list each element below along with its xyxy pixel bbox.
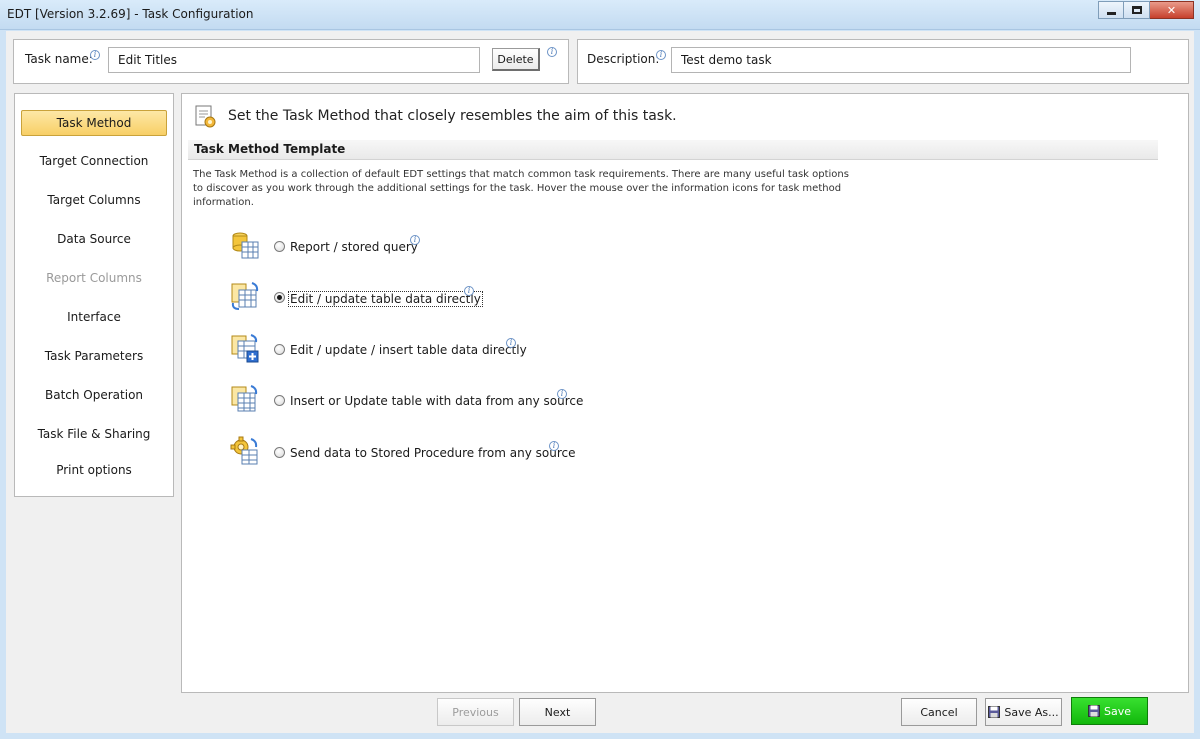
task-method-icon bbox=[195, 105, 216, 128]
sidebar-item-task-parameters[interactable]: Task Parameters bbox=[21, 343, 167, 369]
option-info-icon[interactable]: i bbox=[506, 338, 516, 348]
section-title: Task Method Template bbox=[194, 142, 346, 156]
description-info-icon[interactable]: i bbox=[656, 50, 666, 60]
option-info-icon[interactable]: i bbox=[464, 286, 474, 296]
delete-button-label: Delete bbox=[497, 52, 534, 66]
section-header: Task Method Template bbox=[188, 140, 1158, 160]
sidebar-item-print-options[interactable]: Print options bbox=[21, 457, 167, 483]
option-radio-edit-insert[interactable] bbox=[274, 344, 285, 355]
option-label-insert-update[interactable]: Insert or Update table with data from an… bbox=[290, 394, 583, 408]
previous-button: Previous bbox=[437, 698, 514, 726]
option-label-edit-insert[interactable]: Edit / update / insert table data direct… bbox=[290, 343, 527, 357]
option-info-icon[interactable]: i bbox=[549, 441, 559, 451]
maximize-icon bbox=[1131, 6, 1142, 14]
window-controls: ✕ bbox=[1098, 1, 1194, 19]
minimize-icon bbox=[1106, 11, 1116, 15]
main-content-panel: Set the Task Method that closely resembl… bbox=[181, 93, 1189, 693]
maximize-button[interactable] bbox=[1124, 1, 1150, 19]
option-radio-insert-update[interactable] bbox=[274, 395, 285, 406]
sidebar-item-interface[interactable]: Interface bbox=[21, 304, 167, 330]
option-radio-stored-procedure[interactable] bbox=[274, 447, 285, 458]
page-heading: Set the Task Method that closely resembl… bbox=[228, 108, 677, 124]
next-button[interactable]: Next bbox=[519, 698, 596, 726]
section-description: The Task Method is a collection of defau… bbox=[193, 169, 849, 208]
option-radio-edit[interactable] bbox=[274, 292, 285, 303]
sidebar-item-task-method[interactable]: Task Method bbox=[21, 110, 167, 136]
save-button[interactable]: Save bbox=[1071, 697, 1148, 725]
sidebar-item-task-file-sharing[interactable]: Task File & Sharing bbox=[21, 421, 167, 447]
option-label-report[interactable]: Report / stored query bbox=[290, 240, 418, 254]
table-import-icon bbox=[231, 385, 258, 412]
save-as-button[interactable]: Save As... bbox=[985, 698, 1062, 726]
task-name-panel: Task name: i Delete i bbox=[13, 39, 569, 84]
description-label: Description: bbox=[587, 52, 660, 66]
sidebar-item-batch-operation[interactable]: Batch Operation bbox=[21, 382, 167, 408]
gear-procedure-icon bbox=[230, 436, 258, 465]
minimize-button[interactable] bbox=[1098, 1, 1124, 19]
close-icon: ✕ bbox=[1166, 3, 1177, 17]
window-title: EDT [Version 3.2.69] - Task Configuratio… bbox=[7, 7, 254, 21]
option-label-stored-procedure[interactable]: Send data to Stored Procedure from any s… bbox=[290, 446, 575, 460]
option-info-icon[interactable]: i bbox=[410, 235, 420, 245]
cancel-button[interactable]: Cancel bbox=[901, 698, 977, 726]
floppy-disk-icon bbox=[1087, 705, 1100, 717]
task-name-input[interactable] bbox=[108, 47, 480, 73]
table-edit-icon bbox=[231, 282, 259, 310]
window-client-area: Task name: i Delete i Description: i Tas… bbox=[6, 31, 1194, 733]
sidebar-item-report-columns: Report Columns bbox=[46, 271, 142, 285]
description-input[interactable] bbox=[671, 47, 1131, 73]
option-radio-report[interactable] bbox=[274, 241, 285, 252]
floppy-disk-icon bbox=[988, 706, 1001, 718]
option-info-icon[interactable]: i bbox=[557, 389, 567, 399]
delete-button[interactable]: Delete bbox=[492, 48, 540, 71]
task-name-label: Task name: bbox=[25, 52, 93, 66]
table-insert-icon bbox=[231, 334, 259, 363]
sidebar-item-target-columns[interactable]: Target Columns bbox=[21, 187, 167, 213]
delete-info-icon[interactable]: i bbox=[547, 47, 557, 57]
sidebar: Task Method Target Connection Target Col… bbox=[14, 93, 174, 497]
title-bar[interactable]: EDT [Version 3.2.69] - Task Configuratio… bbox=[0, 0, 1200, 30]
close-button[interactable]: ✕ bbox=[1150, 1, 1194, 19]
description-panel: Description: i bbox=[577, 39, 1189, 84]
sidebar-item-target-connection[interactable]: Target Connection bbox=[21, 148, 167, 174]
database-report-icon bbox=[232, 232, 259, 259]
option-label-edit[interactable]: Edit / update table data directly bbox=[288, 291, 483, 307]
task-name-info-icon[interactable]: i bbox=[90, 50, 100, 60]
sidebar-item-data-source[interactable]: Data Source bbox=[21, 226, 167, 252]
